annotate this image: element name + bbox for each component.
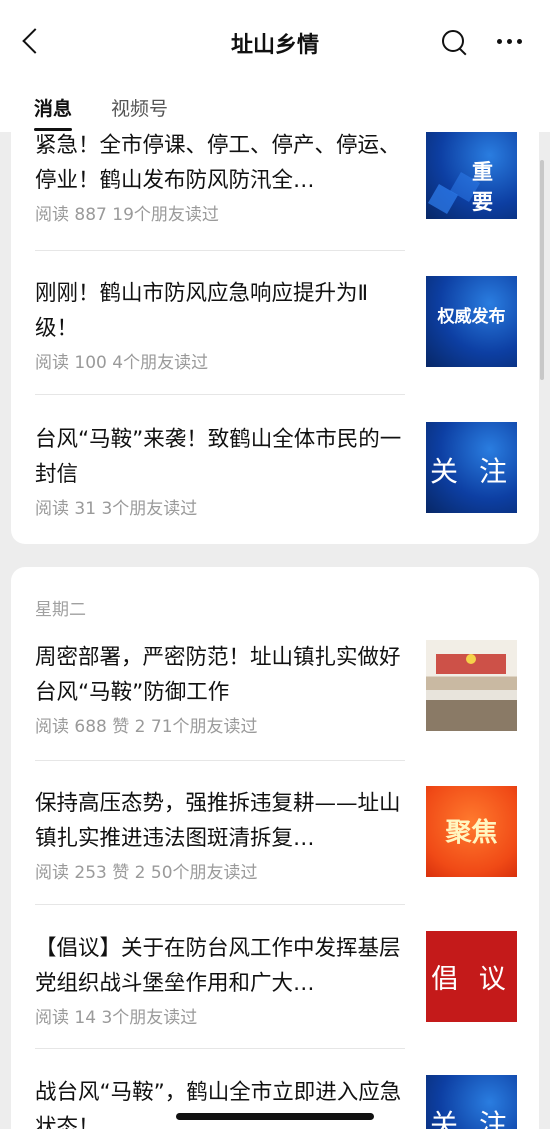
article-thumbnail: 重 要 bbox=[426, 128, 517, 219]
article-title: 周密部署，严密防范！址山镇扎实做好台风“马鞍”防御工作 bbox=[35, 645, 401, 705]
thumbnail-text: 重 要 bbox=[472, 160, 499, 214]
article-thumbnail: 权威发布 bbox=[426, 276, 517, 367]
article-meta: 阅读 688 赞 2 71个朋友读过 bbox=[35, 717, 258, 737]
desk-shape bbox=[426, 700, 517, 731]
divider bbox=[35, 904, 405, 905]
tab-video-channel[interactable]: 视频号 bbox=[111, 94, 168, 121]
tab-bar: 消息 视频号 bbox=[0, 90, 550, 132]
article-meta: 阅读 31 3个朋友读过 bbox=[35, 499, 198, 519]
top-bar: 址山乡情 消息 视频号 bbox=[0, 0, 550, 132]
scrollbar[interactable] bbox=[540, 160, 544, 380]
thumbnail-text: 关 注 bbox=[430, 455, 513, 488]
article-meta: 阅读 100 4个朋友读过 bbox=[35, 353, 209, 373]
divider bbox=[35, 250, 405, 251]
article-title: 保持高压态势，强推拆违复耕——址山镇扎实推进违法图斑清拆复… bbox=[35, 791, 401, 851]
thumbnail-text: 权威发布 bbox=[437, 307, 506, 327]
article-thumbnail: 聚焦 bbox=[426, 786, 517, 877]
active-tab-indicator bbox=[34, 128, 72, 131]
thumbnail-text: 倡 议 bbox=[431, 964, 512, 995]
more-dots-icon[interactable] bbox=[494, 30, 526, 54]
divider bbox=[35, 760, 405, 761]
article-thumbnail: 关 注 bbox=[426, 1075, 517, 1129]
article-meta: 阅读 14 3个朋友读过 bbox=[35, 1008, 198, 1028]
search-icon[interactable] bbox=[440, 28, 470, 58]
thumbnail-text: 关 注 bbox=[430, 1108, 513, 1129]
article-title: 战台风“马鞍”，鹤山全市立即进入应急状态！ bbox=[35, 1080, 402, 1129]
emblem-shape bbox=[466, 654, 476, 664]
article-meta: 阅读 253 赞 2 50个朋友读过 bbox=[35, 863, 258, 883]
date-label: 星期二 bbox=[35, 600, 86, 620]
article-title: 台风“马鞍”来袭！致鹤山全体市民的一封信 bbox=[35, 427, 402, 487]
article-meta: 阅读 887 19个朋友读过 bbox=[35, 205, 219, 225]
article-thumbnail: 倡 议 bbox=[426, 931, 517, 1022]
article-group-card: 紧急！全市停课、停工、停产、停运、停业！鹤山发布防风防汛全… 阅读 887 19… bbox=[11, 110, 539, 544]
thumbnail-text: 聚焦 bbox=[445, 818, 498, 848]
home-indicator[interactable] bbox=[176, 1113, 374, 1120]
article-title: 【倡议】关于在防台风工作中发挥基层党组织战斗堡垒作用和广大… bbox=[35, 936, 401, 996]
divider bbox=[35, 1048, 405, 1049]
article-title: 刚刚！鹤山市防风应急响应提升为Ⅱ级！ bbox=[35, 281, 369, 341]
article-thumbnail: 关 注 bbox=[426, 422, 517, 513]
article-group-card: 星期二 周密部署，严密防范！址山镇扎实做好台风“马鞍”防御工作 阅读 688 赞… bbox=[11, 567, 539, 1129]
article-title: 紧急！全市停课、停工、停产、停运、停业！鹤山发布防风防汛全… bbox=[35, 133, 401, 193]
divider bbox=[35, 394, 405, 395]
tab-messages[interactable]: 消息 bbox=[34, 94, 72, 121]
article-thumbnail-photo bbox=[426, 640, 517, 731]
